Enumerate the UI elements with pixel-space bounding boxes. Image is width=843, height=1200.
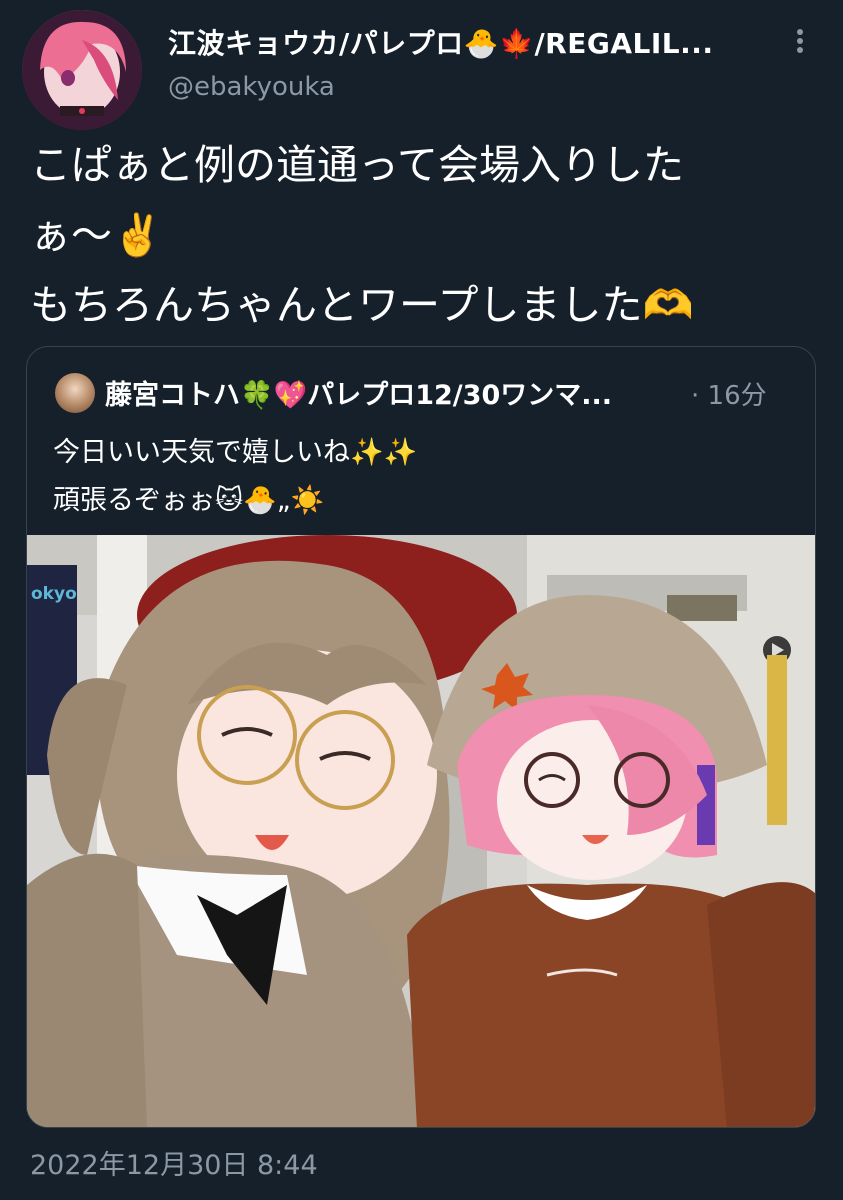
station-sign-text: okyo [31, 584, 77, 604]
tweet-text-line: ぁ〜✌️ [30, 211, 164, 259]
quoted-author-name[interactable]: 藤宮コトハ🍀💖パレプロ12/30ワンマ... [105, 373, 612, 412]
author-avatar[interactable] [22, 10, 142, 130]
quoted-tweet-time: · 16分 [691, 381, 767, 411]
tweet-text-line: こぱぁと例の道通って会場入りした [30, 141, 684, 189]
author-display-name[interactable]: 江波キョウカ/パレプロ🐣🍁/REGALIL... [168, 22, 714, 62]
tweet-timestamp[interactable]: 2022年12月30日 8:44 [30, 1143, 318, 1182]
more-vertical-icon[interactable] [788, 26, 812, 56]
quoted-tweet-photo[interactable]: okyo [27, 535, 815, 1127]
quoted-tweet-text: 今日いい天気で嬉しいね✨✨ 頑張るぞぉぉ🐱🐣„☀️ [53, 429, 417, 525]
quoted-author-avatar[interactable] [55, 373, 95, 413]
tweet-text-line: もちろんちゃんとワープしました🫶 [30, 281, 694, 329]
quoted-tweet-card[interactable]: 藤宮コトハ🍀💖パレプロ12/30ワンマ... · 16分 今日いい天気で嬉しいね… [26, 346, 816, 1128]
quoted-text-line: 今日いい天気で嬉しいね✨✨ [53, 437, 418, 468]
tweet-text: こぱぁと例の道通って会場入りした ぁ〜✌️ もちろんちゃんとワープしました🫶 [30, 130, 820, 340]
quoted-text-line: 頑張るぞぉぉ🐱🐣„☀️ [53, 485, 325, 516]
author-handle[interactable]: @ebakyouka [168, 72, 335, 102]
